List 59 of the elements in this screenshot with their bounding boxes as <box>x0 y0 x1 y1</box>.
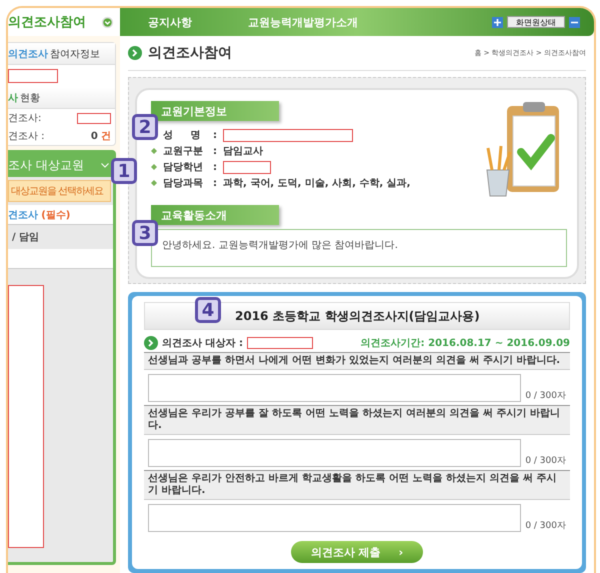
colon: : <box>213 178 217 188</box>
chevron-down-icon <box>101 16 114 28</box>
number-callout: 2 <box>132 114 158 140</box>
section-title: 교원기본정보 <box>151 101 279 121</box>
zoom-out-icon[interactable] <box>569 16 580 28</box>
bullet-icon <box>151 148 157 154</box>
bullet-icon <box>151 180 157 186</box>
nav-link[interactable]: 교원능력개발평가소개 <box>220 14 386 30</box>
status-unit: 건 <box>101 131 111 142</box>
question-text: 선생님은 우리가 안전하고 바르게 학교생활을 하도록 어떤 노력을 하셨는지 의견을 써 주시기 바랍니다. <box>144 471 570 499</box>
question-text: 선생님은 우리가 공부를 잘 하도록 어떤 노력을 하셨는지 여러분의 의견을 써 주시기 바랍니다. <box>144 406 570 434</box>
page-title: 의견조사참여 <box>148 44 232 62</box>
intro-text: 안녕하세요. 교원능력개발평가에 많은 참여바랍니다. <box>151 229 567 267</box>
field-label: 교원구분 <box>163 145 204 158</box>
panel-title-highlight: 의견조사 <box>8 48 48 60</box>
character-counter: 0 / 300자 <box>525 390 566 402</box>
character-counter: 0 / 300자 <box>525 520 566 532</box>
survey-label: 견조사 <box>8 208 38 222</box>
field-value: 담임교사 <box>223 145 263 158</box>
text-field[interactable] <box>223 128 353 142</box>
panel-title: 참여자정보 <box>50 48 100 60</box>
panel-title: 현황 <box>20 92 40 104</box>
section-title: 교육활동소개 <box>151 205 279 225</box>
character-counter: 0 / 300자 <box>525 455 566 467</box>
number-callout: 1 <box>111 158 137 184</box>
status-count: 0 <box>90 131 98 142</box>
teacher-list[interactable] <box>8 285 44 548</box>
colon: : <box>213 162 217 172</box>
arrow-right-icon <box>144 336 158 350</box>
target-field[interactable] <box>246 337 313 349</box>
panel-title-highlight: 사 <box>8 92 18 104</box>
bullet-icon <box>151 164 157 170</box>
survey-period: 의견조사기간: 2016.08.17 ~ 2016.09.09 <box>360 337 570 350</box>
arrow-right-icon <box>128 46 142 60</box>
number-callout: 3 <box>132 220 158 246</box>
colon: : <box>213 130 217 140</box>
status-label: 견조사 : <box>8 130 45 143</box>
reset-view-button[interactable]: 화면원상태 <box>507 16 565 28</box>
question-text: 선생님과 공부를 하면서 나에게 어떤 변화가 있었는지 여러분의 의견을 써 주시기 바랍니다. <box>144 353 570 369</box>
submit-button[interactable]: 의견조사 제출 › <box>290 541 424 563</box>
target-label: 의견조사 대상자 : <box>162 337 243 350</box>
colon: : <box>213 146 217 156</box>
column-header: / 담임 <box>11 231 40 245</box>
zoom-in-icon[interactable] <box>492 16 503 28</box>
field-value: 과학, 국어, 도덕, 미술, 사회, 수학, 실과, <box>223 177 410 190</box>
participant-field[interactable] <box>8 69 58 83</box>
panel-title: 조사 대상교원 <box>8 156 84 174</box>
required-label: (필수) <box>41 208 70 222</box>
status-label: 견조사: <box>8 112 42 125</box>
number-callout: 4 <box>195 297 221 323</box>
text-field[interactable] <box>223 160 271 174</box>
field-label: 성 명 <box>163 129 202 142</box>
notice-banner: 대상교원을 선택하세요 <box>8 180 111 202</box>
status-field[interactable] <box>77 112 111 124</box>
field-label: 담당과목 <box>163 177 204 190</box>
survey-title: 2016 초등학교 학생의견조사지(담임교사용) <box>235 308 480 324</box>
nav-link[interactable]: 공지사항 <box>120 14 220 30</box>
field-label: 담당학년 <box>163 161 204 174</box>
chevron-down-icon[interactable] <box>101 162 109 168</box>
